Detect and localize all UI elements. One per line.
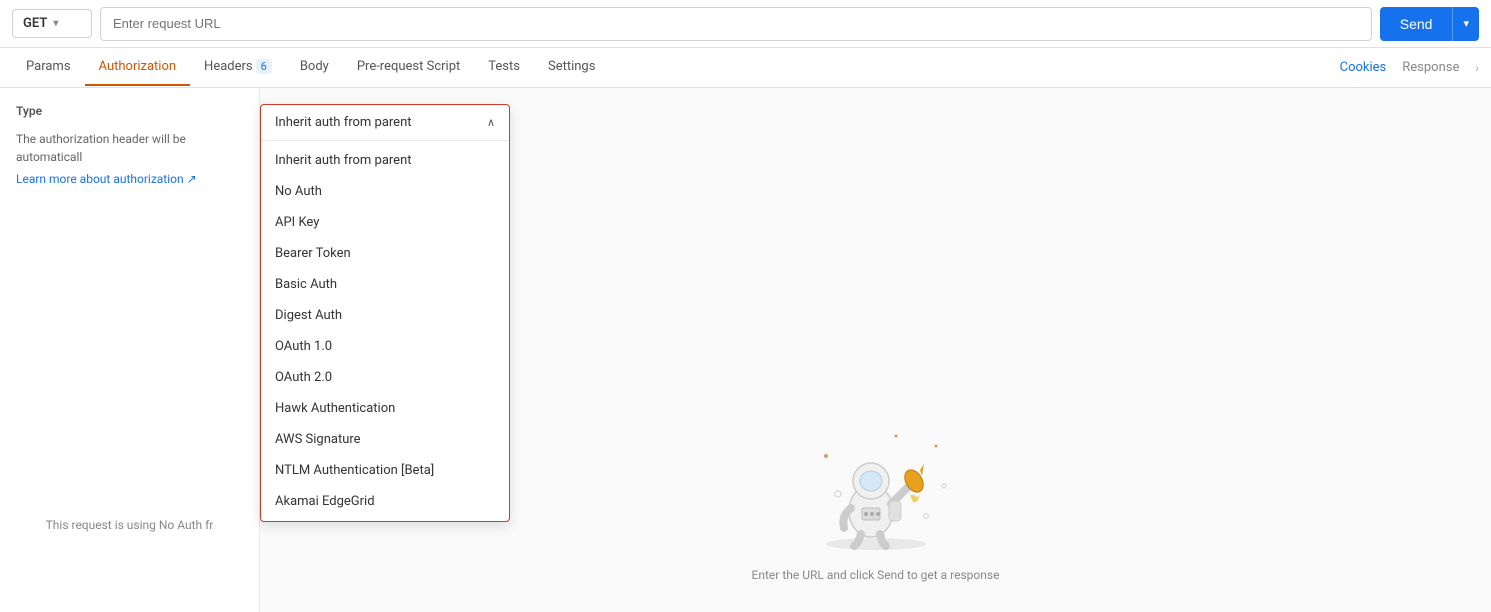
dropdown-item-no-auth[interactable]: No Auth <box>261 176 509 207</box>
tab-headers[interactable]: Headers6 <box>190 49 286 86</box>
response-label: Response <box>1402 60 1459 75</box>
dropdown-item-aws[interactable]: AWS Signature <box>261 424 509 455</box>
method-chevron-icon: ▾ <box>53 18 58 29</box>
tab-authorization[interactable]: Authorization <box>85 49 191 86</box>
learn-more-arrow-icon: ↗ <box>187 172 197 186</box>
dropdown-item-oauth1[interactable]: OAuth 1.0 <box>261 331 509 362</box>
main-content: Type The authorization header will be au… <box>0 88 1491 612</box>
method-label: GET <box>23 16 47 31</box>
tab-settings[interactable]: Settings <box>534 49 609 86</box>
expand-icon[interactable]: › <box>1475 61 1479 75</box>
left-panel: Type The authorization header will be au… <box>0 88 260 612</box>
dropdown-chevron-icon: ∧ <box>487 116 495 129</box>
no-auth-info: This request is using No Auth fr <box>0 518 259 532</box>
empty-state-text: Enter the URL and click Send to get a re… <box>752 568 1000 582</box>
tabs-bar: Params Authorization Headers6 Body Pre-r… <box>0 48 1491 88</box>
tab-body[interactable]: Body <box>286 49 343 86</box>
dropdown-item-inherit[interactable]: Inherit auth from parent <box>261 145 509 176</box>
tab-pre-request-script[interactable]: Pre-request Script <box>343 49 474 86</box>
type-label: Type <box>16 104 243 118</box>
dropdown-header[interactable]: Inherit auth from parent ∧ <box>261 105 509 141</box>
tabs-right: Cookies Response › <box>1340 60 1479 75</box>
auth-description: The authorization header will be automat… <box>16 130 243 166</box>
cookies-link[interactable]: Cookies <box>1340 60 1387 75</box>
auth-type-dropdown[interactable]: Inherit auth from parent ∧ Inherit auth … <box>260 104 510 522</box>
dropdown-list: Inherit auth from parent No Auth API Key… <box>261 141 509 521</box>
dropdown-selected-label: Inherit auth from parent <box>275 115 412 130</box>
dropdown-item-akamai[interactable]: Akamai EdgeGrid <box>261 486 509 517</box>
no-auth-text: This request is using No Auth fr <box>46 518 214 532</box>
dropdown-item-bearer-token[interactable]: Bearer Token <box>261 238 509 269</box>
dropdown-item-api-key[interactable]: API Key <box>261 207 509 238</box>
dropdown-item-digest-auth[interactable]: Digest Auth <box>261 300 509 331</box>
send-button[interactable]: Send ▾ <box>1380 7 1479 41</box>
headers-badge: 6 <box>256 59 272 74</box>
send-button-label: Send <box>1380 7 1454 41</box>
dropdown-item-basic-auth[interactable]: Basic Auth <box>261 269 509 300</box>
astronaut-illustration <box>796 426 956 556</box>
learn-more-text: Learn more about authorization <box>16 172 184 186</box>
empty-state: Enter the URL and click Send to get a re… <box>752 426 1000 582</box>
dropdown-item-oauth2[interactable]: OAuth 2.0 <box>261 362 509 393</box>
learn-more-link[interactable]: Learn more about authorization ↗ <box>16 172 243 186</box>
tab-headers-label: Headers <box>204 59 253 74</box>
url-bar: GET ▾ Send ▾ <box>0 0 1491 48</box>
tab-tests[interactable]: Tests <box>474 49 534 86</box>
url-input[interactable] <box>100 7 1372 41</box>
send-button-dropdown-icon[interactable]: ▾ <box>1453 7 1479 41</box>
dropdown-item-ntlm[interactable]: NTLM Authentication [Beta] <box>261 455 509 486</box>
method-selector[interactable]: GET ▾ <box>12 9 92 38</box>
dropdown-item-hawk[interactable]: Hawk Authentication <box>261 393 509 424</box>
tab-params[interactable]: Params <box>12 49 85 86</box>
